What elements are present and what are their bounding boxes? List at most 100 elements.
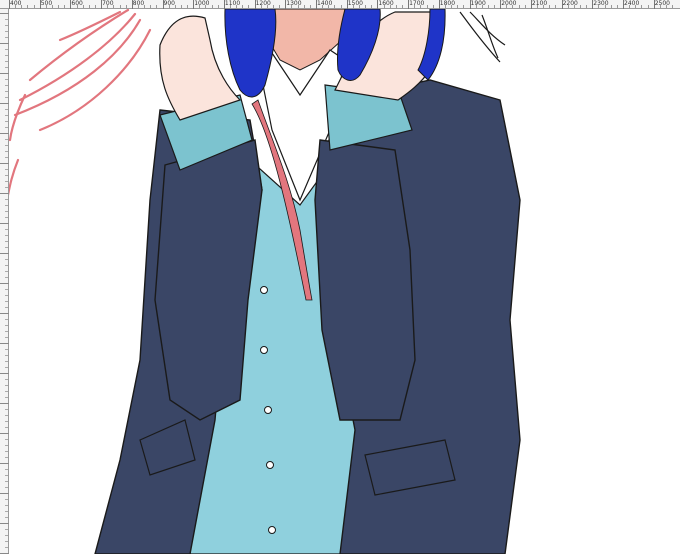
- ruler-vertical-tick: [5, 277, 8, 278]
- ruler-vertical-tick: [5, 367, 8, 368]
- ruler-minor-tick: [309, 5, 311, 8]
- ruler-vertical-tick: [5, 331, 8, 332]
- ruler-vertical-tick: [5, 157, 8, 158]
- ruler-vertical-tick: [5, 481, 8, 482]
- ruler-vertical-tick: [5, 265, 8, 266]
- ruler-vertical-tick: [5, 361, 8, 362]
- ruler-label: 2000: [501, 0, 517, 7]
- ruler-vertical-tick: [5, 307, 8, 308]
- ruler-vertical-tick: [5, 181, 8, 182]
- ruler-vertical-tick: [0, 463, 9, 464]
- ruler-minor-tick: [248, 5, 250, 8]
- ruler-minor-tick: [340, 5, 342, 8]
- ruler-vertical-tick: [5, 235, 8, 236]
- ruler-vertical-tick: [0, 313, 9, 314]
- ruler-vertical-tick: [5, 337, 8, 338]
- ruler-minor-tick: [168, 5, 170, 8]
- ruler-vertical-tick: [0, 73, 9, 74]
- ruler-vertical-tick: [5, 169, 8, 170]
- ruler-minor-tick: [273, 5, 275, 8]
- ruler-minor-tick: [371, 5, 373, 8]
- ruler-vertical-tick: [5, 229, 8, 230]
- ruler-minor-tick: [150, 5, 152, 8]
- ruler-minor-tick: [659, 5, 661, 8]
- ruler-vertical-tick: [5, 55, 8, 56]
- ruler-minor-tick: [512, 5, 514, 8]
- ruler-minor-tick: [180, 5, 182, 8]
- ruler-label: 1100: [224, 0, 241, 7]
- ruler-minor-tick: [51, 5, 53, 8]
- ruler-vertical-tick: [5, 415, 8, 416]
- ruler-minor-tick: [205, 5, 207, 8]
- ruler-vertical-tick: [0, 343, 9, 344]
- ruler-minor-tick: [21, 5, 23, 8]
- ruler-vertical-tick: [5, 205, 8, 206]
- ruler-minor-tick: [144, 5, 146, 8]
- ruler-minor-tick: [113, 5, 115, 8]
- ruler-label: 1800: [439, 0, 456, 7]
- ruler-vertical-tick: [5, 451, 8, 452]
- ruler-minor-tick: [494, 5, 496, 8]
- ruler-label: 2100: [531, 0, 548, 7]
- ruler-minor-tick: [352, 5, 354, 8]
- ruler-vertical-tick: [5, 199, 8, 200]
- ruler-vertical-tick: [0, 493, 9, 494]
- ruler-minor-tick: [395, 5, 397, 8]
- ruler-minor-tick: [187, 5, 189, 8]
- ruler-vertical-tick: [5, 535, 8, 536]
- ruler-minor-tick: [420, 5, 422, 8]
- ruler-minor-tick: [414, 5, 416, 8]
- ruler-vertical-tick: [5, 121, 8, 122]
- ruler-minor-tick: [230, 5, 232, 8]
- ruler-vertical-tick: [5, 325, 8, 326]
- ruler-vertical-tick: [5, 187, 8, 188]
- ruler-vertical-tick: [5, 91, 8, 92]
- vertical-ruler[interactable]: [0, 9, 9, 554]
- ruler-minor-tick: [457, 5, 459, 8]
- ruler-minor-tick: [616, 5, 618, 8]
- ruler-vertical-tick: [0, 43, 9, 44]
- ruler-vertical-tick: [5, 19, 8, 20]
- ruler-vertical-tick: [5, 217, 8, 218]
- ruler-vertical-tick: [5, 511, 8, 512]
- ruler-minor-tick: [119, 5, 121, 8]
- ruler-minor-tick: [451, 5, 453, 8]
- ruler-minor-tick: [76, 5, 78, 8]
- ruler-vertical-tick: [5, 355, 8, 356]
- ruler-minor-tick: [291, 5, 293, 8]
- ruler-minor-tick: [334, 5, 336, 8]
- ruler-vertical-tick: [5, 517, 8, 518]
- ruler-minor-tick: [580, 5, 582, 8]
- ruler-minor-tick: [64, 5, 66, 8]
- ruler-minor-tick: [463, 5, 465, 8]
- ruler-vertical-tick: [5, 211, 8, 212]
- ruler-vertical-tick: [5, 145, 8, 146]
- ruler-vertical-tick: [5, 319, 8, 320]
- ruler-vertical-tick: [5, 151, 8, 152]
- ruler-minor-tick: [506, 5, 508, 8]
- ruler-minor-tick: [199, 5, 201, 8]
- ruler-minor-tick: [88, 5, 90, 8]
- ruler-vertical-tick: [5, 241, 8, 242]
- hair-outline-right: [459, 11, 506, 63]
- ruler-minor-tick: [383, 5, 385, 8]
- ruler-vertical-tick: [5, 175, 8, 176]
- ruler-minor-tick: [217, 5, 219, 8]
- ruler-label: 1400: [317, 0, 333, 7]
- ruler-vertical-tick: [5, 427, 8, 428]
- ruler-vertical-tick: [0, 13, 9, 14]
- ruler-label: 1000: [194, 0, 210, 7]
- ruler-label: 2500: [654, 0, 670, 7]
- horizontal-ruler[interactable]: 400 500 600 700 800 900 1000 1100 1200 1300 1400 15…: [0, 0, 680, 9]
- ruler-vertical-tick: [5, 49, 8, 50]
- ruler-minor-tick: [487, 5, 489, 8]
- ruler-minor-tick: [604, 5, 606, 8]
- ruler-minor-tick: [549, 5, 551, 8]
- ruler-minor-tick: [444, 5, 446, 8]
- ruler-vertical-tick: [0, 133, 9, 134]
- ruler-vertical-tick: [5, 289, 8, 290]
- ruler-vertical-tick: [5, 499, 8, 500]
- ruler-vertical-tick: [0, 103, 9, 104]
- ruler-vertical-tick: [5, 109, 8, 110]
- drawing-canvas[interactable]: [9, 9, 680, 554]
